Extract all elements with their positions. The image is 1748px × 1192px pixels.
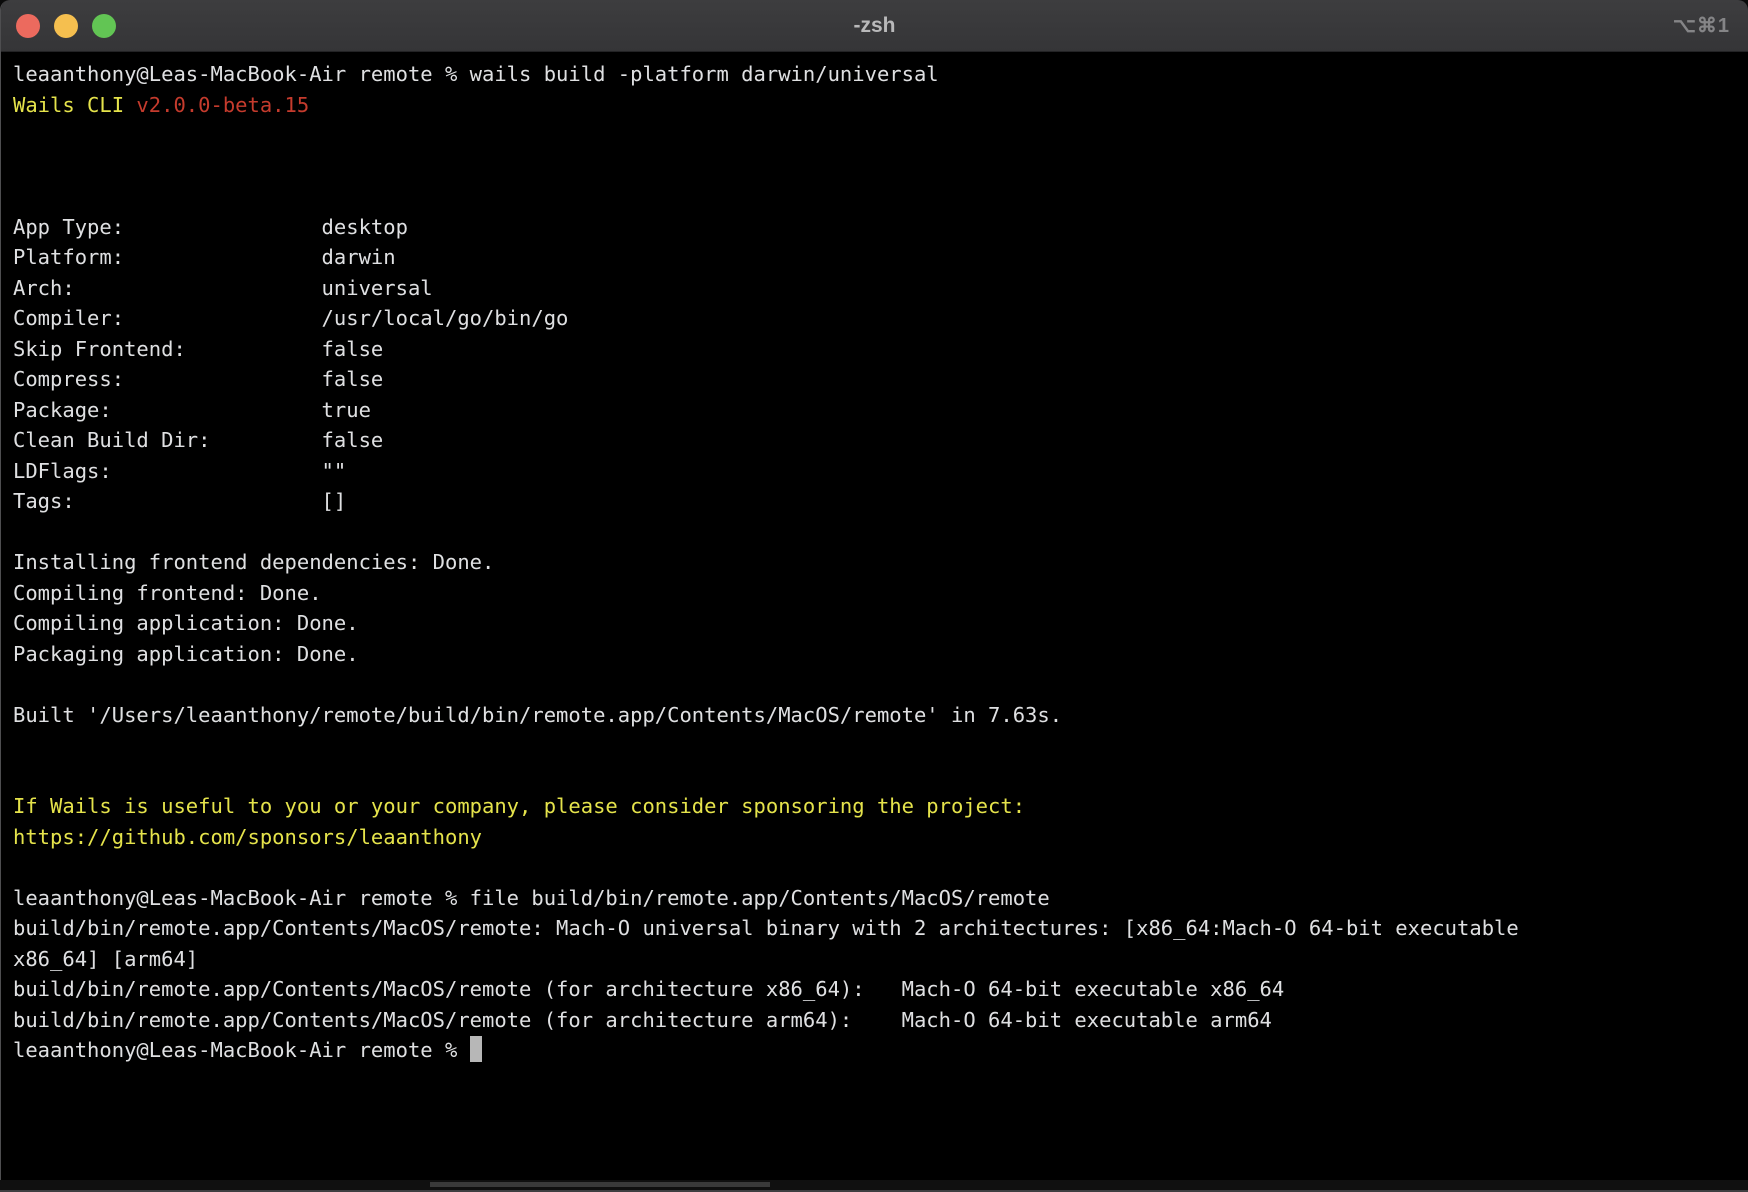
terminal-body[interactable]: leaanthony@Leas-MacBook-Air remote % wai…	[1, 52, 1748, 1066]
terminal-text-segment: Platform: darwin	[13, 245, 396, 269]
terminal-line: Package: true	[13, 395, 1738, 426]
terminal-text-segment: Package: true	[13, 398, 371, 422]
terminal-line: Tags: []	[13, 486, 1738, 517]
window-title: -zsh	[1, 14, 1748, 38]
terminal-text-segment: leaanthony@Leas-MacBook-Air remote %	[13, 1038, 470, 1062]
terminal-window: -zsh ⌥⌘1 leaanthony@Leas-MacBook-Air rem…	[0, 0, 1748, 1180]
terminal-text-segment: Arch: universal	[13, 276, 433, 300]
terminal-line	[13, 852, 1738, 883]
terminal-cursor	[470, 1036, 483, 1062]
terminal-line: build/bin/remote.app/Contents/MacOS/remo…	[13, 913, 1738, 944]
terminal-text-segment: https://github.com/sponsors/leaanthony	[13, 825, 482, 849]
terminal-line: leaanthony@Leas-MacBook-Air remote % fil…	[13, 883, 1738, 914]
terminal-line	[13, 181, 1738, 212]
terminal-line: Skip Frontend: false	[13, 334, 1738, 365]
terminal-text-segment: v2.0.0-beta.15	[136, 93, 309, 117]
background-sliver	[0, 1180, 1748, 1192]
minimize-button[interactable]	[54, 14, 78, 38]
terminal-text-segment: Compress: false	[13, 367, 383, 391]
terminal-line: build/bin/remote.app/Contents/MacOS/remo…	[13, 1005, 1738, 1036]
terminal-text-segment: Compiling application: Done.	[13, 611, 359, 635]
window-shortcut-label: ⌥⌘1	[1673, 13, 1730, 38]
terminal-line: Installing frontend dependencies: Done.	[13, 547, 1738, 578]
terminal-text-segment: Packaging application: Done.	[13, 642, 359, 666]
terminal-line: LDFlags: ""	[13, 456, 1738, 487]
terminal-text-segment: Tags: []	[13, 489, 346, 513]
terminal-line: https://github.com/sponsors/leaanthony	[13, 822, 1738, 853]
terminal-text-segment: LDFlags: ""	[13, 459, 346, 483]
terminal-line	[13, 120, 1738, 151]
terminal-line: leaanthony@Leas-MacBook-Air remote % wai…	[13, 59, 1738, 90]
terminal-line: build/bin/remote.app/Contents/MacOS/remo…	[13, 974, 1738, 1005]
terminal-text-segment: Clean Build Dir: false	[13, 428, 383, 452]
terminal-line: If Wails is useful to you or your compan…	[13, 791, 1738, 822]
terminal-text-segment: If Wails is useful to you or your compan…	[13, 794, 1025, 818]
terminal-line: App Type: desktop	[13, 212, 1738, 243]
terminal-text-segment: build/bin/remote.app/Contents/MacOS/remo…	[13, 916, 1519, 940]
terminal-line: Compiling frontend: Done.	[13, 578, 1738, 609]
terminal-line: Wails CLI v2.0.0-beta.15	[13, 90, 1738, 121]
traffic-lights	[1, 14, 116, 38]
terminal-line: Compress: false	[13, 364, 1738, 395]
terminal-text-segment: App Type: desktop	[13, 215, 408, 239]
terminal-line	[13, 730, 1738, 761]
background-window-fragment	[430, 1182, 770, 1187]
terminal-line: Built '/Users/leaanthony/remote/build/bi…	[13, 700, 1738, 731]
terminal-text-segment: Installing frontend dependencies: Done.	[13, 550, 494, 574]
terminal-line	[13, 669, 1738, 700]
terminal-line: leaanthony@Leas-MacBook-Air remote %	[13, 1035, 1738, 1066]
terminal-line: Clean Build Dir: false	[13, 425, 1738, 456]
terminal-line	[13, 517, 1738, 548]
titlebar[interactable]: -zsh ⌥⌘1	[1, 0, 1748, 52]
terminal-text-segment: Compiler: /usr/local/go/bin/go	[13, 306, 568, 330]
terminal-text-segment: leaanthony@Leas-MacBook-Air remote % fil…	[13, 886, 1050, 910]
terminal-line: Compiler: /usr/local/go/bin/go	[13, 303, 1738, 334]
terminal-text-segment: Wails CLI	[13, 93, 136, 117]
terminal-text-segment: leaanthony@Leas-MacBook-Air remote % wai…	[13, 62, 939, 86]
terminal-line: Packaging application: Done.	[13, 639, 1738, 670]
terminal-text-segment: x86_64] [arm64]	[13, 947, 198, 971]
terminal-line	[13, 761, 1738, 792]
close-button[interactable]	[16, 14, 40, 38]
terminal-line: x86_64] [arm64]	[13, 944, 1738, 975]
terminal-text-segment: Built '/Users/leaanthony/remote/build/bi…	[13, 703, 1062, 727]
terminal-text-segment: Skip Frontend: false	[13, 337, 383, 361]
terminal-line: Compiling application: Done.	[13, 608, 1738, 639]
terminal-text-segment: Compiling frontend: Done.	[13, 581, 322, 605]
terminal-line: Arch: universal	[13, 273, 1738, 304]
terminal-line: Platform: darwin	[13, 242, 1738, 273]
terminal-text-segment: build/bin/remote.app/Contents/MacOS/remo…	[13, 1008, 1272, 1032]
zoom-button[interactable]	[92, 14, 116, 38]
terminal-text-segment: build/bin/remote.app/Contents/MacOS/remo…	[13, 977, 1284, 1001]
terminal-line	[13, 151, 1738, 182]
